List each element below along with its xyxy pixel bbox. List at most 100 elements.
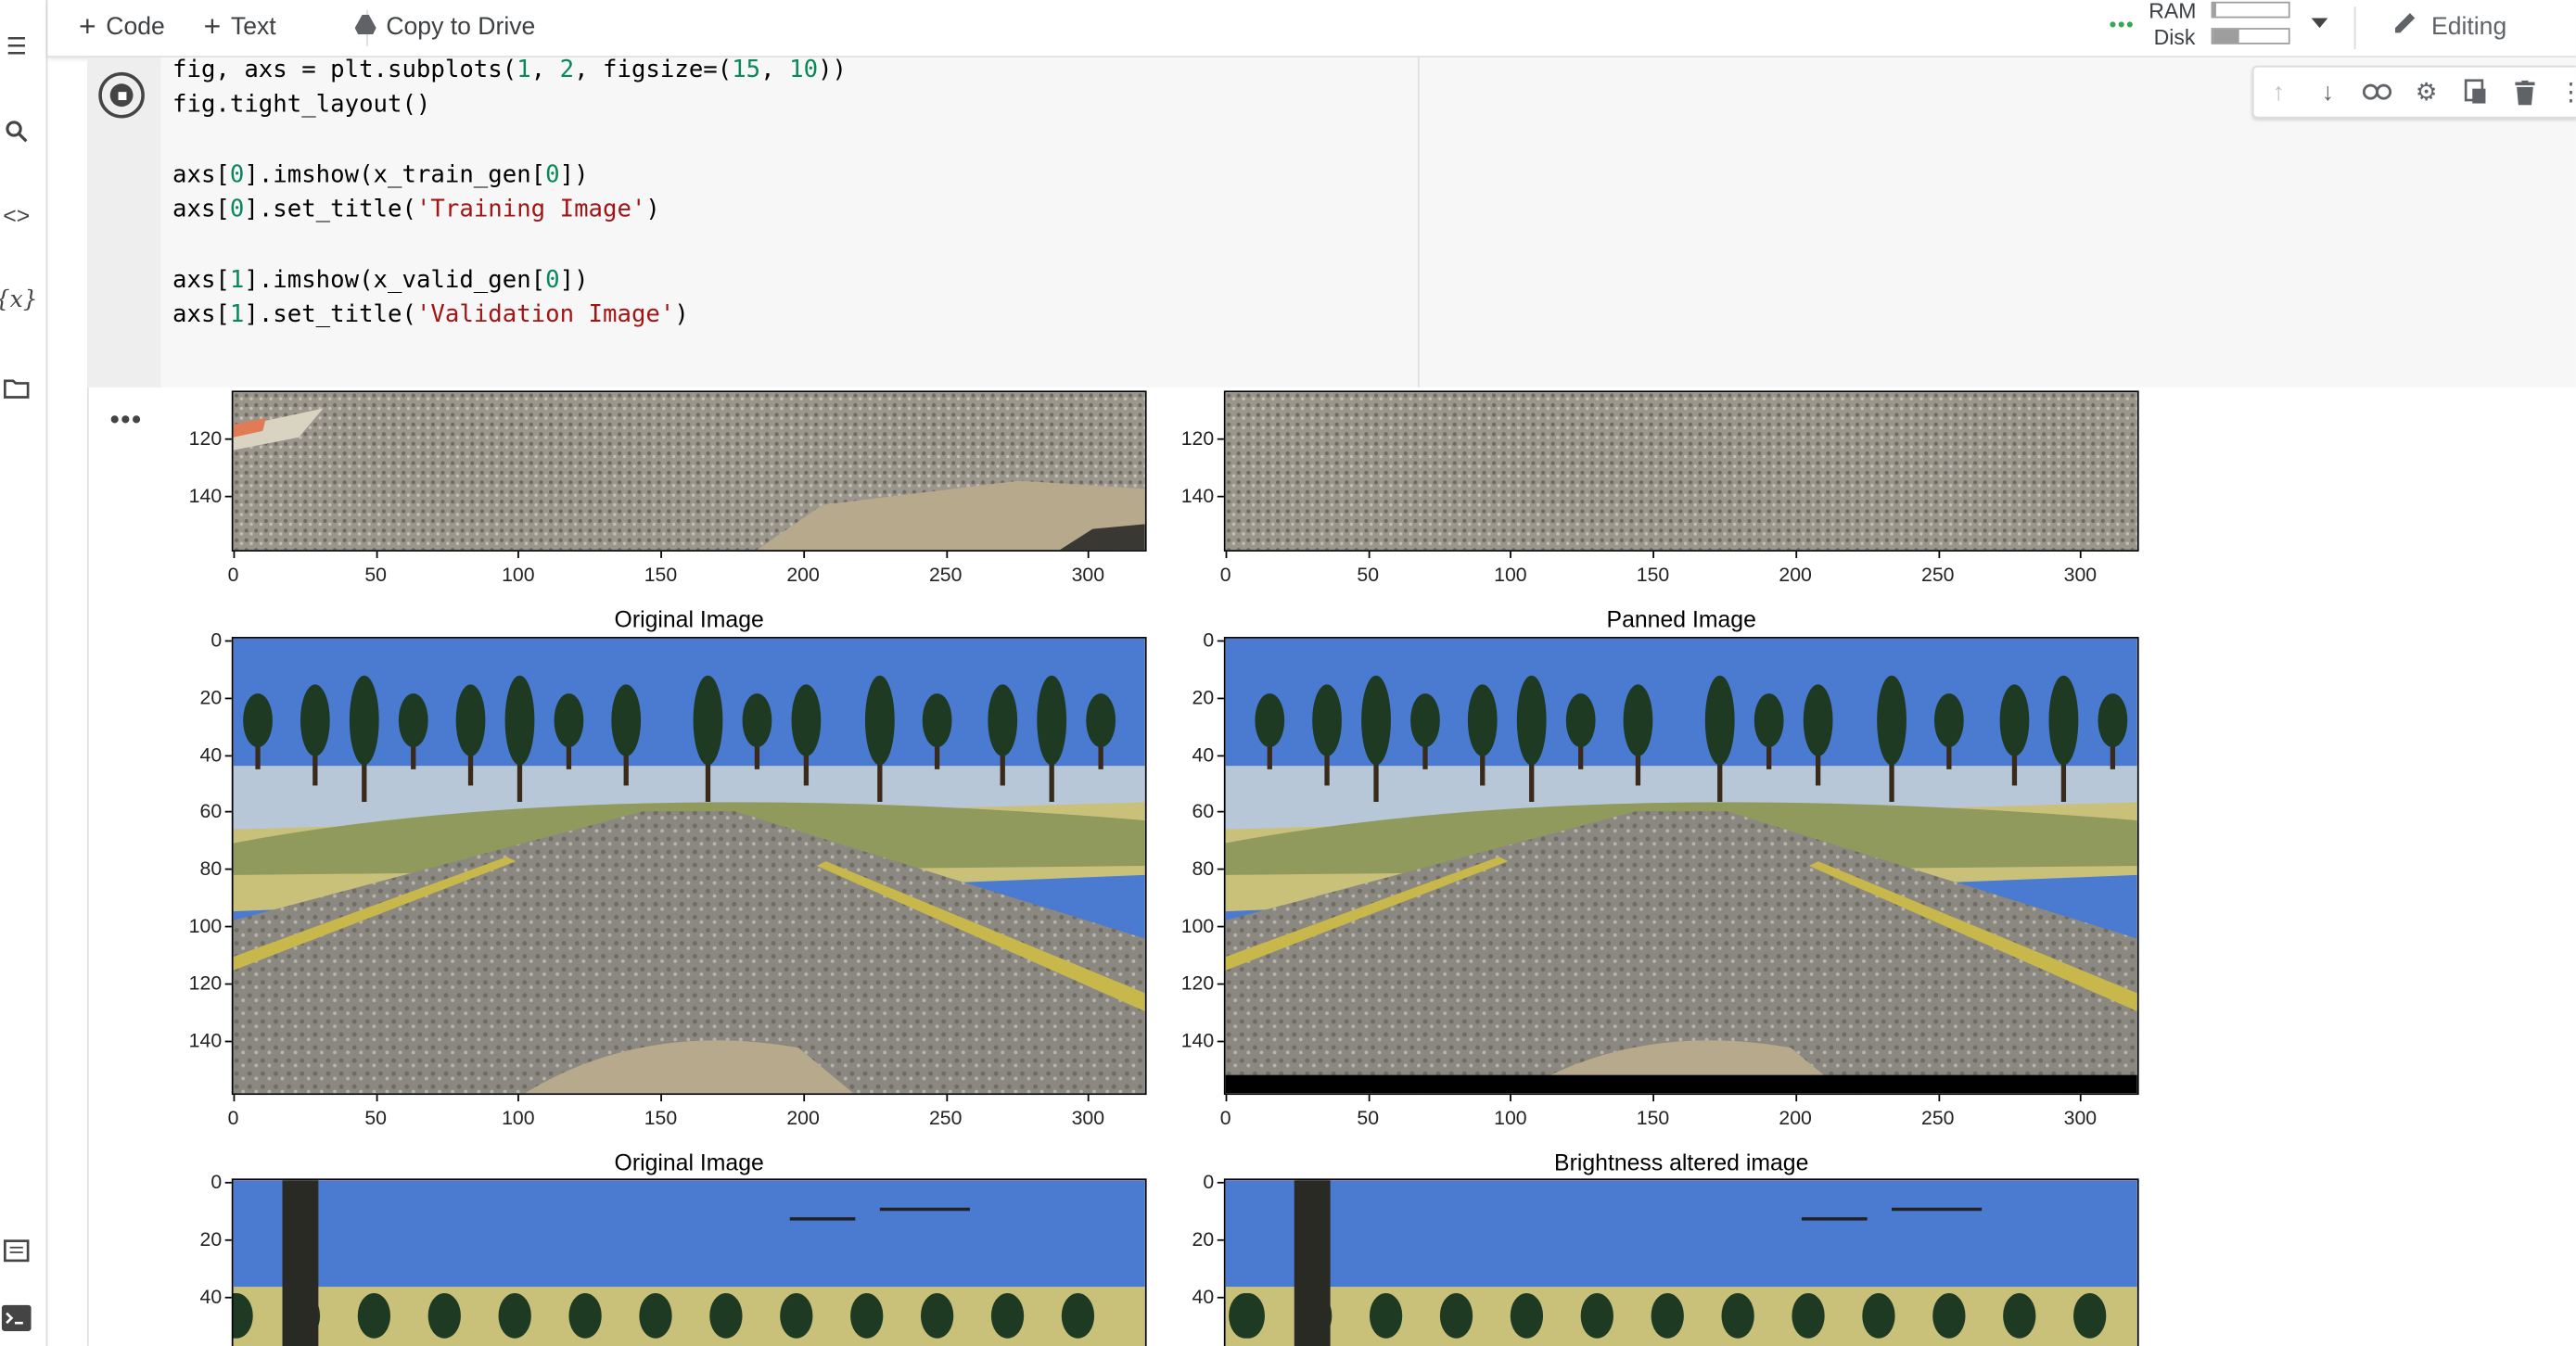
plot-image [1223,390,2139,552]
more-options-icon[interactable]: ⋮ [2557,77,2576,107]
y-tick-mark [1217,983,1224,985]
y-tick-label: 120 [188,426,223,451]
x-tick-mark [1652,1095,1655,1102]
table-of-contents-icon[interactable]: ☰ [0,30,32,62]
x-tick-mark [945,1095,948,1102]
add-code-button[interactable]: + Code [79,9,165,43]
code-line: axs[0].set_title('Training Image') [172,197,660,222]
colab-page: ☰ <> {x} + Code + Text Copy to [0,0,2576,1346]
code-token: ].imshow(x_train_gen[ [244,162,546,189]
x-tick-label: 200 [786,1106,820,1130]
x-tick-mark [1795,551,1797,559]
y-tick-label: 20 [199,685,223,709]
x-tick-label: 50 [1357,1106,1380,1130]
y-tick-mark [1217,869,1224,870]
y-tick-mark [1217,811,1224,814]
y-tick-mark [1217,754,1224,756]
plot-image [231,637,1147,1096]
code-token: , figsize=( [574,57,733,84]
plot-title: Original Image [614,605,764,632]
code-number: 0 [545,267,560,294]
y-tick-label: 0 [1203,1170,1215,1194]
code-token: fig.tight_layout() [172,92,431,119]
x-tick-label: 50 [364,563,388,587]
x-tick-label: 300 [2063,563,2098,587]
copy-to-drive-button[interactable]: Copy to Drive [354,10,535,43]
code-line: fig, axs = plt.subplots(1, 2, figsize=(1… [172,57,847,83]
variables-icon[interactable]: {x} [0,284,37,316]
output-menu-dots[interactable]: ••• [110,407,143,437]
disk-label: Disk [2153,24,2196,50]
x-tick-label: 300 [1071,1106,1105,1130]
editing-mode-button[interactable]: Editing [2391,10,2506,43]
y-tick-mark [224,1296,232,1298]
x-tick-label: 200 [786,563,820,587]
y-tick-mark [1217,495,1224,498]
folder-icon[interactable] [0,371,32,403]
move-down-icon[interactable]: ↓ [2313,77,2342,107]
command-palette-icon[interactable] [0,1235,32,1267]
code-token: ]) [559,267,589,294]
link-icon[interactable] [2362,77,2392,107]
top-toolbar: + Code + Text Copy to Drive ••• RAM Disk [47,0,2576,57]
y-tick-mark [224,811,232,814]
toolbar-divider-2 [2353,6,2356,50]
y-tick-mark [224,495,232,498]
code-token: , [530,57,560,84]
code-number: 0 [229,197,245,223]
x-tick-label: 150 [1636,1106,1670,1130]
resources-dropdown-icon[interactable] [2311,18,2328,29]
x-tick-label: 0 [1219,1106,1231,1130]
x-tick-label: 150 [1636,563,1670,587]
x-tick-label: 100 [502,1106,535,1130]
gear-icon[interactable]: ⚙ [2412,77,2442,107]
x-tick-mark [1225,1095,1228,1102]
code-token: , [760,57,790,84]
mirror-cell-icon[interactable] [2461,77,2491,107]
add-text-button[interactable]: + Text [204,9,276,43]
x-tick-mark [660,1095,663,1102]
code-token: ].set_title( [244,197,416,223]
editing-label: Editing [2430,12,2507,41]
x-tick-mark [1368,1095,1371,1102]
delete-icon[interactable] [2510,77,2540,107]
code-token: fig, axs = plt.subplots( [172,57,517,84]
x-tick-label: 0 [227,1106,239,1130]
plot-title: Brightness altered image [1554,1149,1809,1175]
y-tick-mark [1217,438,1224,440]
x-tick-mark [803,1095,805,1102]
y-tick-label: 100 [188,914,223,938]
x-tick-label: 100 [502,563,535,587]
disk-bar [2211,28,2290,44]
y-tick-label: 40 [199,1284,223,1308]
x-tick-label: 300 [1071,563,1105,587]
x-tick-mark [803,551,805,559]
code-token: )) [818,57,848,84]
drive-icon [354,12,376,40]
x-tick-mark [1937,1095,1940,1102]
ram-label: RAM [2149,0,2197,23]
code-token: ) [674,301,689,329]
stop-execution-button[interactable] [98,71,145,119]
y-tick-label: 120 [1180,971,1215,995]
y-tick-label: 140 [188,484,223,508]
code-token: axs[ [172,197,230,223]
y-tick-mark [224,438,232,440]
terminal-icon[interactable] [0,1302,32,1334]
plot-title: Original Image [614,1149,764,1175]
y-tick-label: 140 [1180,484,1215,508]
plot-image [231,1178,1147,1346]
search-icon[interactable] [0,115,32,147]
x-tick-mark [1510,551,1512,559]
y-tick-label: 40 [199,743,223,767]
stop-icon [109,83,134,108]
y-tick-mark [1217,1296,1224,1298]
move-up-icon[interactable]: ↑ [2264,77,2293,107]
code-token: ].imshow(x_valid_gen[ [244,267,546,294]
y-tick-label: 80 [1192,857,1215,881]
code-snippets-icon[interactable]: <> [0,198,32,231]
y-tick-mark [224,869,232,870]
code-line: fig.tight_layout() [172,92,430,118]
x-tick-label: 0 [1219,563,1231,587]
code-number: 0 [545,162,560,189]
